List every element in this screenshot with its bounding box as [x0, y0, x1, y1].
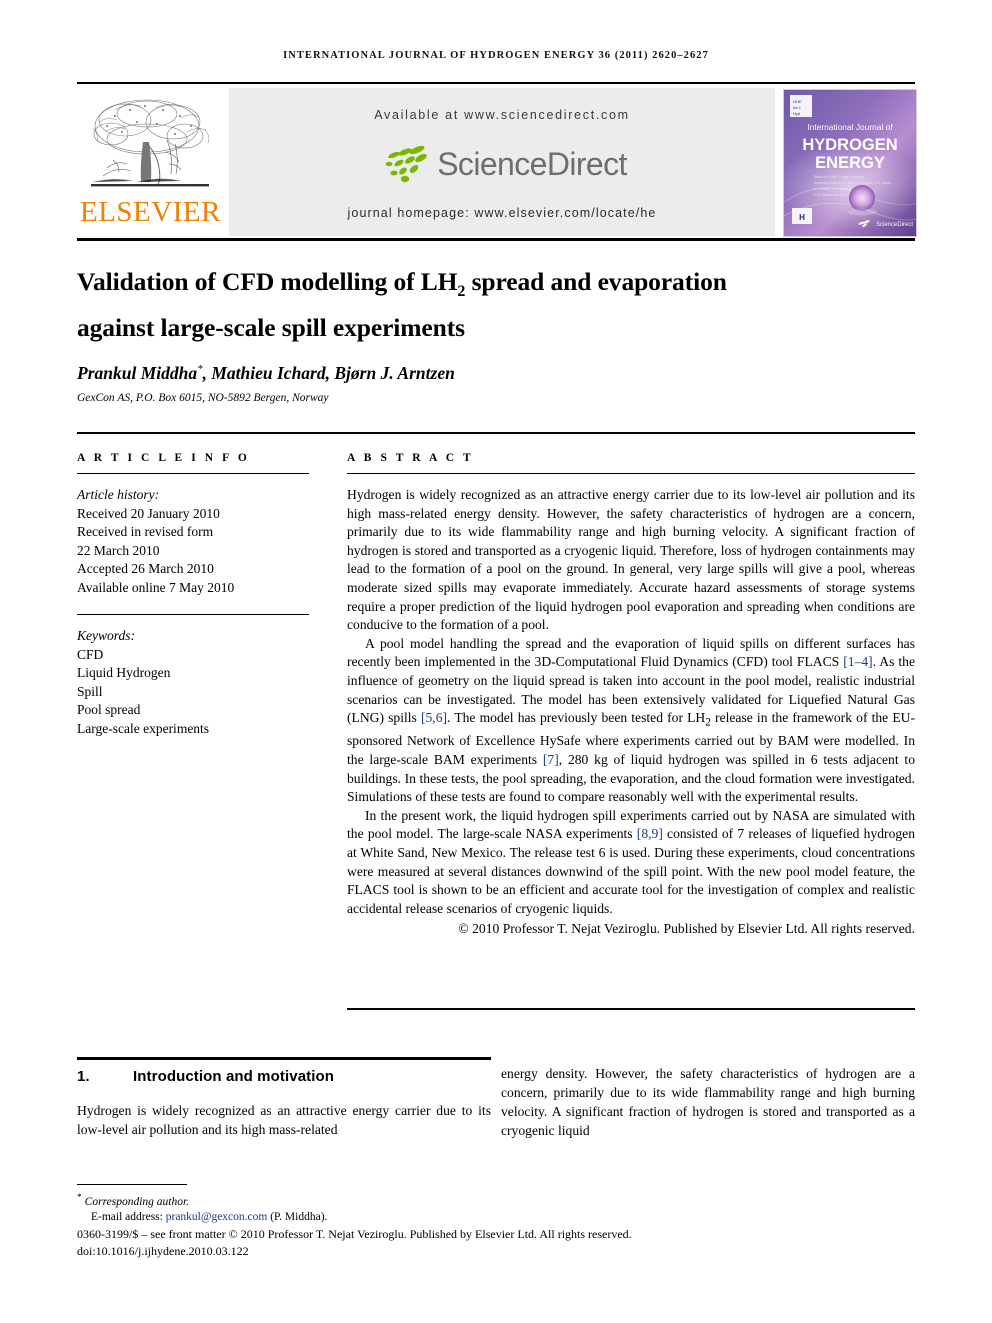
history-item: Received 20 January 2010: [77, 505, 220, 521]
history-item: 22 March 2010: [77, 542, 160, 558]
elsevier-logo-block: ELSEVIER: [77, 88, 223, 236]
email-label: E-mail address:: [91, 1211, 163, 1224]
citation-link-1-4[interactable]: [1–4]: [843, 654, 872, 669]
svg-text:ENERGY: ENERGY: [815, 154, 885, 172]
elsevier-tree-icon: [91, 99, 210, 187]
corresponding-author-note: * Corresponding author.: [77, 1190, 915, 1210]
keyword-item: Pool spread: [77, 702, 141, 718]
abs2-seg-a: A pool model handling the spread and the…: [347, 635, 915, 670]
cover-sciencedirect-mark: ScienceDirect: [876, 222, 913, 228]
title-line2: against large-scale spill experiments: [77, 313, 465, 343]
article-info-divider: [77, 473, 309, 474]
author-rest: , Mathieu Ichard, Bjørn J. Arntzen: [202, 363, 455, 383]
citation-link-7[interactable]: [7]: [543, 752, 559, 767]
keyword-item: CFD: [77, 646, 104, 662]
running-head: International Journal of Hydrogen Energy…: [283, 50, 709, 61]
svg-text:Editor-in-Chief: T. Nejat Vez: Editor-in-Chief: T. Nejat Veziroglu: [814, 175, 864, 179]
elsevier-wordmark: ELSEVIER: [80, 196, 221, 228]
citation-link-5-6[interactable]: [5,6]: [421, 710, 447, 725]
abstract-divider: [347, 473, 915, 474]
sciencedirect-logo: ScienceDirect: [229, 140, 775, 188]
available-at-text: Available at www.sciencedirect.com: [374, 108, 630, 122]
section-rule: [77, 1057, 491, 1060]
journal-cover-art: IJHE Int.J Hyd International Journal of …: [784, 90, 916, 236]
history-item: Available online 7 May 2010: [77, 579, 235, 595]
journal-article-page: International Journal of Hydrogen Energy…: [0, 0, 992, 1323]
abstract-column: A B S T R A C T Hydrogen is widely recog…: [347, 452, 915, 939]
svg-text:IJHE: IJHE: [793, 99, 802, 104]
journal-cover-image: IJHE Int.J Hyd International Journal of …: [783, 89, 917, 237]
header-rule: [77, 82, 915, 84]
email-link[interactable]: prankul@gexcon.com: [166, 1211, 268, 1223]
sciencedirect-wordmark: ScienceDirect: [437, 145, 627, 182]
keywords-divider: [77, 613, 309, 616]
svg-text:Hyd: Hyd: [793, 111, 800, 116]
keywords-label: Keywords:: [77, 628, 135, 644]
corresponding-author-text: Corresponding author.: [84, 1195, 190, 1208]
history-item: Accepted 26 March 2010: [77, 561, 214, 577]
sciencedirect-band: Available at www.sciencedirect.com Scien…: [229, 88, 775, 236]
svg-text:International Journal of: International Journal of: [807, 122, 893, 132]
footnote-star: *: [77, 1192, 82, 1203]
abstract-copyright: © 2010 Professor T. Nejat Veziroglu. Pub…: [458, 921, 915, 937]
doi-line: doi:10.1016/j.ijhydene.2010.03.122: [77, 1244, 249, 1258]
email-owner: (P. Middha).: [270, 1211, 328, 1224]
citation-link-8-9[interactable]: [8,9]: [637, 826, 663, 841]
section-number: 1.: [77, 1068, 90, 1085]
abstract-heading: A B S T R A C T: [347, 452, 474, 464]
sciencedirect-leaves-icon: [385, 145, 428, 183]
svg-text:Associate Editors: D. Hart, M.: Associate Editors: D. Hart, M.A. Rosen, …: [814, 181, 892, 185]
article-history-label: Article history:: [77, 487, 160, 502]
abstract-end-rule: [347, 1008, 915, 1010]
masthead: ELSEVIER Available at www.sciencedirect.…: [77, 88, 917, 237]
svg-text:HYDROGEN: HYDROGEN: [802, 136, 897, 154]
abs2-seg-c: . The model has previously been tested f…: [447, 710, 706, 726]
author-rule: [77, 432, 915, 434]
email-line: E-mail address: prankul@gexcon.com (P. M…: [77, 1210, 915, 1226]
author-corresponding: Prankul Middha: [77, 363, 198, 383]
front-matter-line: 0360-3199/$ – see front matter © 2010 Pr…: [77, 1227, 632, 1241]
title-line1-part1: Validation of CFD modelling of LH: [77, 267, 458, 296]
svg-text:Int.J: Int.J: [793, 105, 801, 110]
abstract-paragraph-1: Hydrogen is widely recognized as an attr…: [347, 487, 915, 633]
body-column-right: energy density. However, the safety char…: [501, 1066, 915, 1138]
footnote-block: * Corresponding author. E-mail address: …: [77, 1190, 915, 1226]
masthead-rule: [77, 238, 915, 241]
svg-text:A.T. Raissi, L.M. Gandia,: A.T. Raissi, L.M. Gandia,: [814, 187, 851, 191]
keyword-item: Spill: [77, 683, 103, 699]
svg-text:H: H: [799, 213, 805, 222]
history-item: Received in revised form: [77, 524, 214, 540]
article-info-column: A R T I C L E I N F O Article history: R…: [77, 452, 309, 739]
article-history: Article history: Received 20 January 201…: [77, 486, 309, 598]
page-title: Validation of CFD modelling of LH2 sprea…: [77, 264, 907, 346]
body-column-left: Hydrogen is widely recognized as an attr…: [77, 1103, 491, 1137]
abstract-paragraph-3: In the present work, the liquid hydrogen…: [347, 807, 915, 919]
legal-block: 0360-3199/$ – see front matter © 2010 Pr…: [77, 1226, 915, 1260]
keywords-block: Keywords: CFD Liquid Hydrogen Spill Pool…: [77, 627, 309, 739]
author-list: Prankul Middha*, Mathieu Ichard, Bjørn J…: [77, 363, 907, 384]
keyword-item: Large-scale experiments: [77, 721, 210, 737]
section-heading: Introduction and motivation: [133, 1068, 335, 1085]
affiliation: GexCon AS, P.O. Box 6015, NO-5892 Bergen…: [77, 392, 329, 404]
article-info-heading: A R T I C L E I N F O: [77, 452, 250, 464]
journal-homepage-link[interactable]: journal homepage: www.elsevier.com/locat…: [229, 206, 775, 220]
keyword-item: Liquid Hydrogen: [77, 665, 171, 681]
abstract-paragraph-2: A pool model handling the spread and the…: [347, 635, 915, 807]
title-line1-part2: spread and evaporation: [465, 267, 727, 296]
footnote-rule: [77, 1184, 187, 1185]
